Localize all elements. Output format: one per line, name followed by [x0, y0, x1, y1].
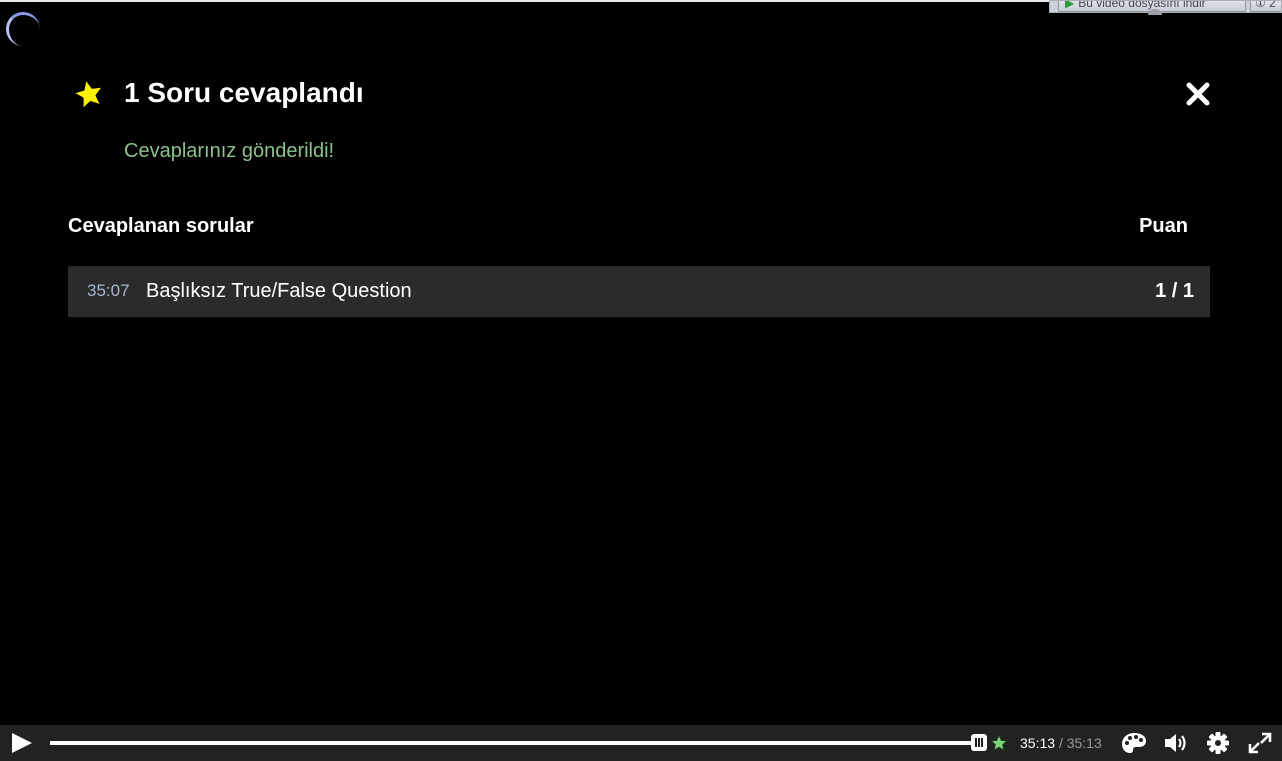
score-heading: Puan [1139, 215, 1188, 237]
question-score: 1 / 1 [1155, 280, 1194, 302]
answered-list-header: Cevaplanan sorular Puan [68, 213, 1188, 239]
total-time: 35:13 [1066, 735, 1102, 751]
download-video-label: Bu video dosyasını indir [1078, 0, 1206, 10]
summary-title: 1 Soru cevaplandı [124, 77, 364, 108]
submission-confirmation: Cevaplarınız gönderildi! [124, 140, 335, 162]
answered-questions-heading: Cevaplanan sorular [68, 215, 254, 237]
download-extra-button[interactable]: ① 2 [1250, 1, 1281, 12]
settings-icon[interactable] [1205, 731, 1231, 755]
video-player: ▶ Bu video dosyasını indir ① 2 1 Soru cev… [0, 0, 1282, 761]
seek-bar[interactable] [50, 741, 985, 745]
download-notification-bar: ▶ Bu video dosyasını indir ① 2 [1049, 0, 1282, 13]
player-control-bar: 35:13 / 35:13 [0, 725, 1282, 761]
seek-bar-progress [50, 741, 985, 745]
overlay-peek-shape [1148, 9, 1162, 15]
interaction-marker-star-icon[interactable] [990, 734, 1008, 752]
loading-spinner-icon [6, 12, 40, 46]
star-icon [75, 81, 101, 108]
question-title: Başlıksız True/False Question [146, 280, 412, 302]
time-separator: / [1058, 735, 1063, 751]
palette-icon[interactable] [1121, 731, 1147, 755]
fullscreen-icon[interactable] [1247, 731, 1273, 755]
close-x-icon[interactable] [1184, 80, 1212, 108]
volume-icon[interactable] [1163, 731, 1189, 755]
seek-handle-icon[interactable] [971, 734, 987, 751]
time-display: 35:13 / 35:13 [1020, 734, 1102, 752]
play-icon[interactable] [8, 731, 34, 755]
answered-question-row[interactable]: 35:07 Başlıksız True/False Question 1 / … [68, 266, 1210, 317]
download-play-icon: ▶ [1065, 0, 1075, 10]
question-timestamp: 35:07 [87, 281, 130, 300]
current-time: 35:13 [1020, 735, 1056, 751]
